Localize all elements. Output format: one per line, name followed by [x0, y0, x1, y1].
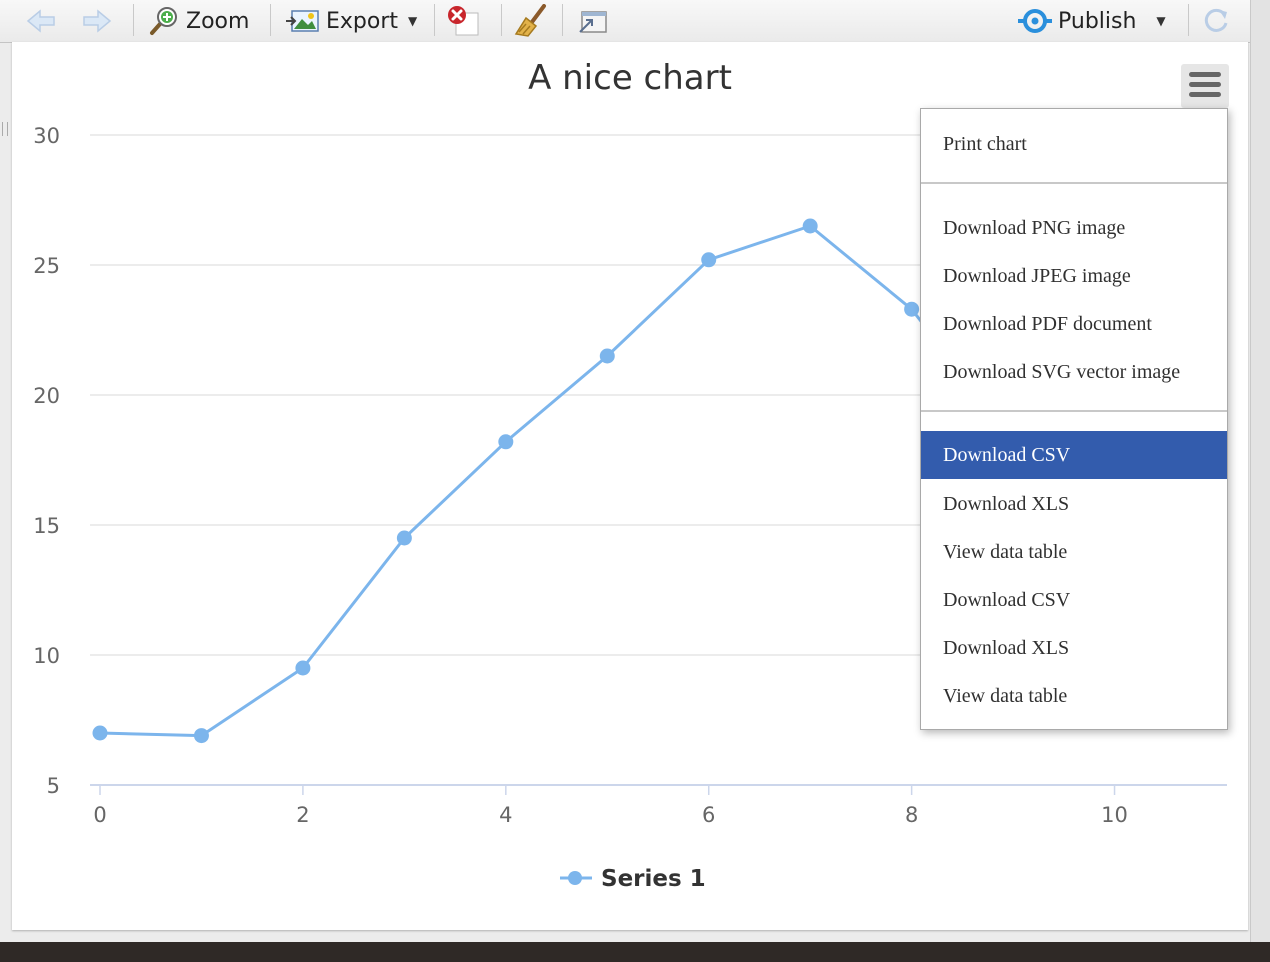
menu-item-view-data-table-2[interactable]: View data table — [921, 672, 1227, 720]
menu-item-print-chart[interactable]: Print chart — [921, 120, 1227, 168]
x-tick-label: 2 — [296, 803, 309, 827]
x-tick-label: 4 — [499, 803, 512, 827]
x-tick-label: 6 — [702, 803, 715, 827]
y-tick-label: 20 — [33, 384, 60, 408]
y-tick-label: 15 — [33, 514, 60, 538]
menu-item-download-png[interactable]: Download PNG image — [921, 204, 1227, 252]
series-1-point[interactable] — [599, 348, 615, 364]
legend-item-series-1[interactable]: Series 1 — [601, 866, 706, 892]
series-1-point[interactable] — [396, 530, 412, 546]
y-tick-label: 25 — [33, 254, 60, 278]
series-1-point[interactable] — [802, 218, 818, 234]
x-axis-labels: 0 2 4 6 8 10 — [93, 785, 1128, 827]
y-axis-labels: 5 10 15 20 25 30 — [33, 124, 60, 798]
hamburger-icon — [1189, 72, 1221, 77]
series-1-point[interactable] — [92, 725, 108, 741]
y-tick-label: 10 — [33, 644, 60, 668]
menu-item-download-xls-2[interactable]: Download XLS — [921, 624, 1227, 672]
series-1-point[interactable] — [498, 434, 514, 450]
x-tick-label: 8 — [905, 803, 918, 827]
series-1-point[interactable] — [193, 728, 209, 744]
menu-item-download-csv-2[interactable]: Download CSV — [921, 576, 1227, 624]
rstudio-viewer-window: Zoom Export ▼ Publish ▼ 5 10 15 20 25 30… — [0, 0, 1259, 942]
hamburger-icon — [1189, 92, 1221, 97]
menu-separator — [921, 410, 1227, 412]
chart-title: A nice chart — [528, 58, 732, 98]
chart-context-menu-button[interactable] — [1181, 64, 1229, 108]
y-tick-label: 30 — [33, 124, 60, 148]
menu-item-download-csv[interactable]: Download CSV — [921, 431, 1227, 479]
desktop-background — [0, 942, 1270, 962]
x-tick-label: 10 — [1101, 803, 1128, 827]
legend-marker — [568, 871, 582, 885]
chart-export-menu: Print chart Download PNG image Download … — [920, 108, 1228, 730]
series-1-point[interactable] — [295, 660, 311, 676]
menu-item-download-pdf[interactable]: Download PDF document — [921, 300, 1227, 348]
y-tick-label: 5 — [47, 774, 60, 798]
hamburger-icon — [1189, 82, 1221, 87]
legend[interactable]: Series 1 — [560, 866, 706, 892]
series-1-point[interactable] — [701, 252, 717, 268]
menu-separator — [921, 182, 1227, 184]
window-edge — [1250, 0, 1270, 942]
menu-item-view-data-table[interactable]: View data table — [921, 528, 1227, 576]
x-tick-label: 0 — [93, 803, 106, 827]
menu-item-download-jpeg[interactable]: Download JPEG image — [921, 252, 1227, 300]
series-1-point[interactable] — [904, 301, 920, 317]
menu-item-download-svg[interactable]: Download SVG vector image — [921, 348, 1227, 396]
menu-item-download-xls[interactable]: Download XLS — [921, 480, 1227, 528]
